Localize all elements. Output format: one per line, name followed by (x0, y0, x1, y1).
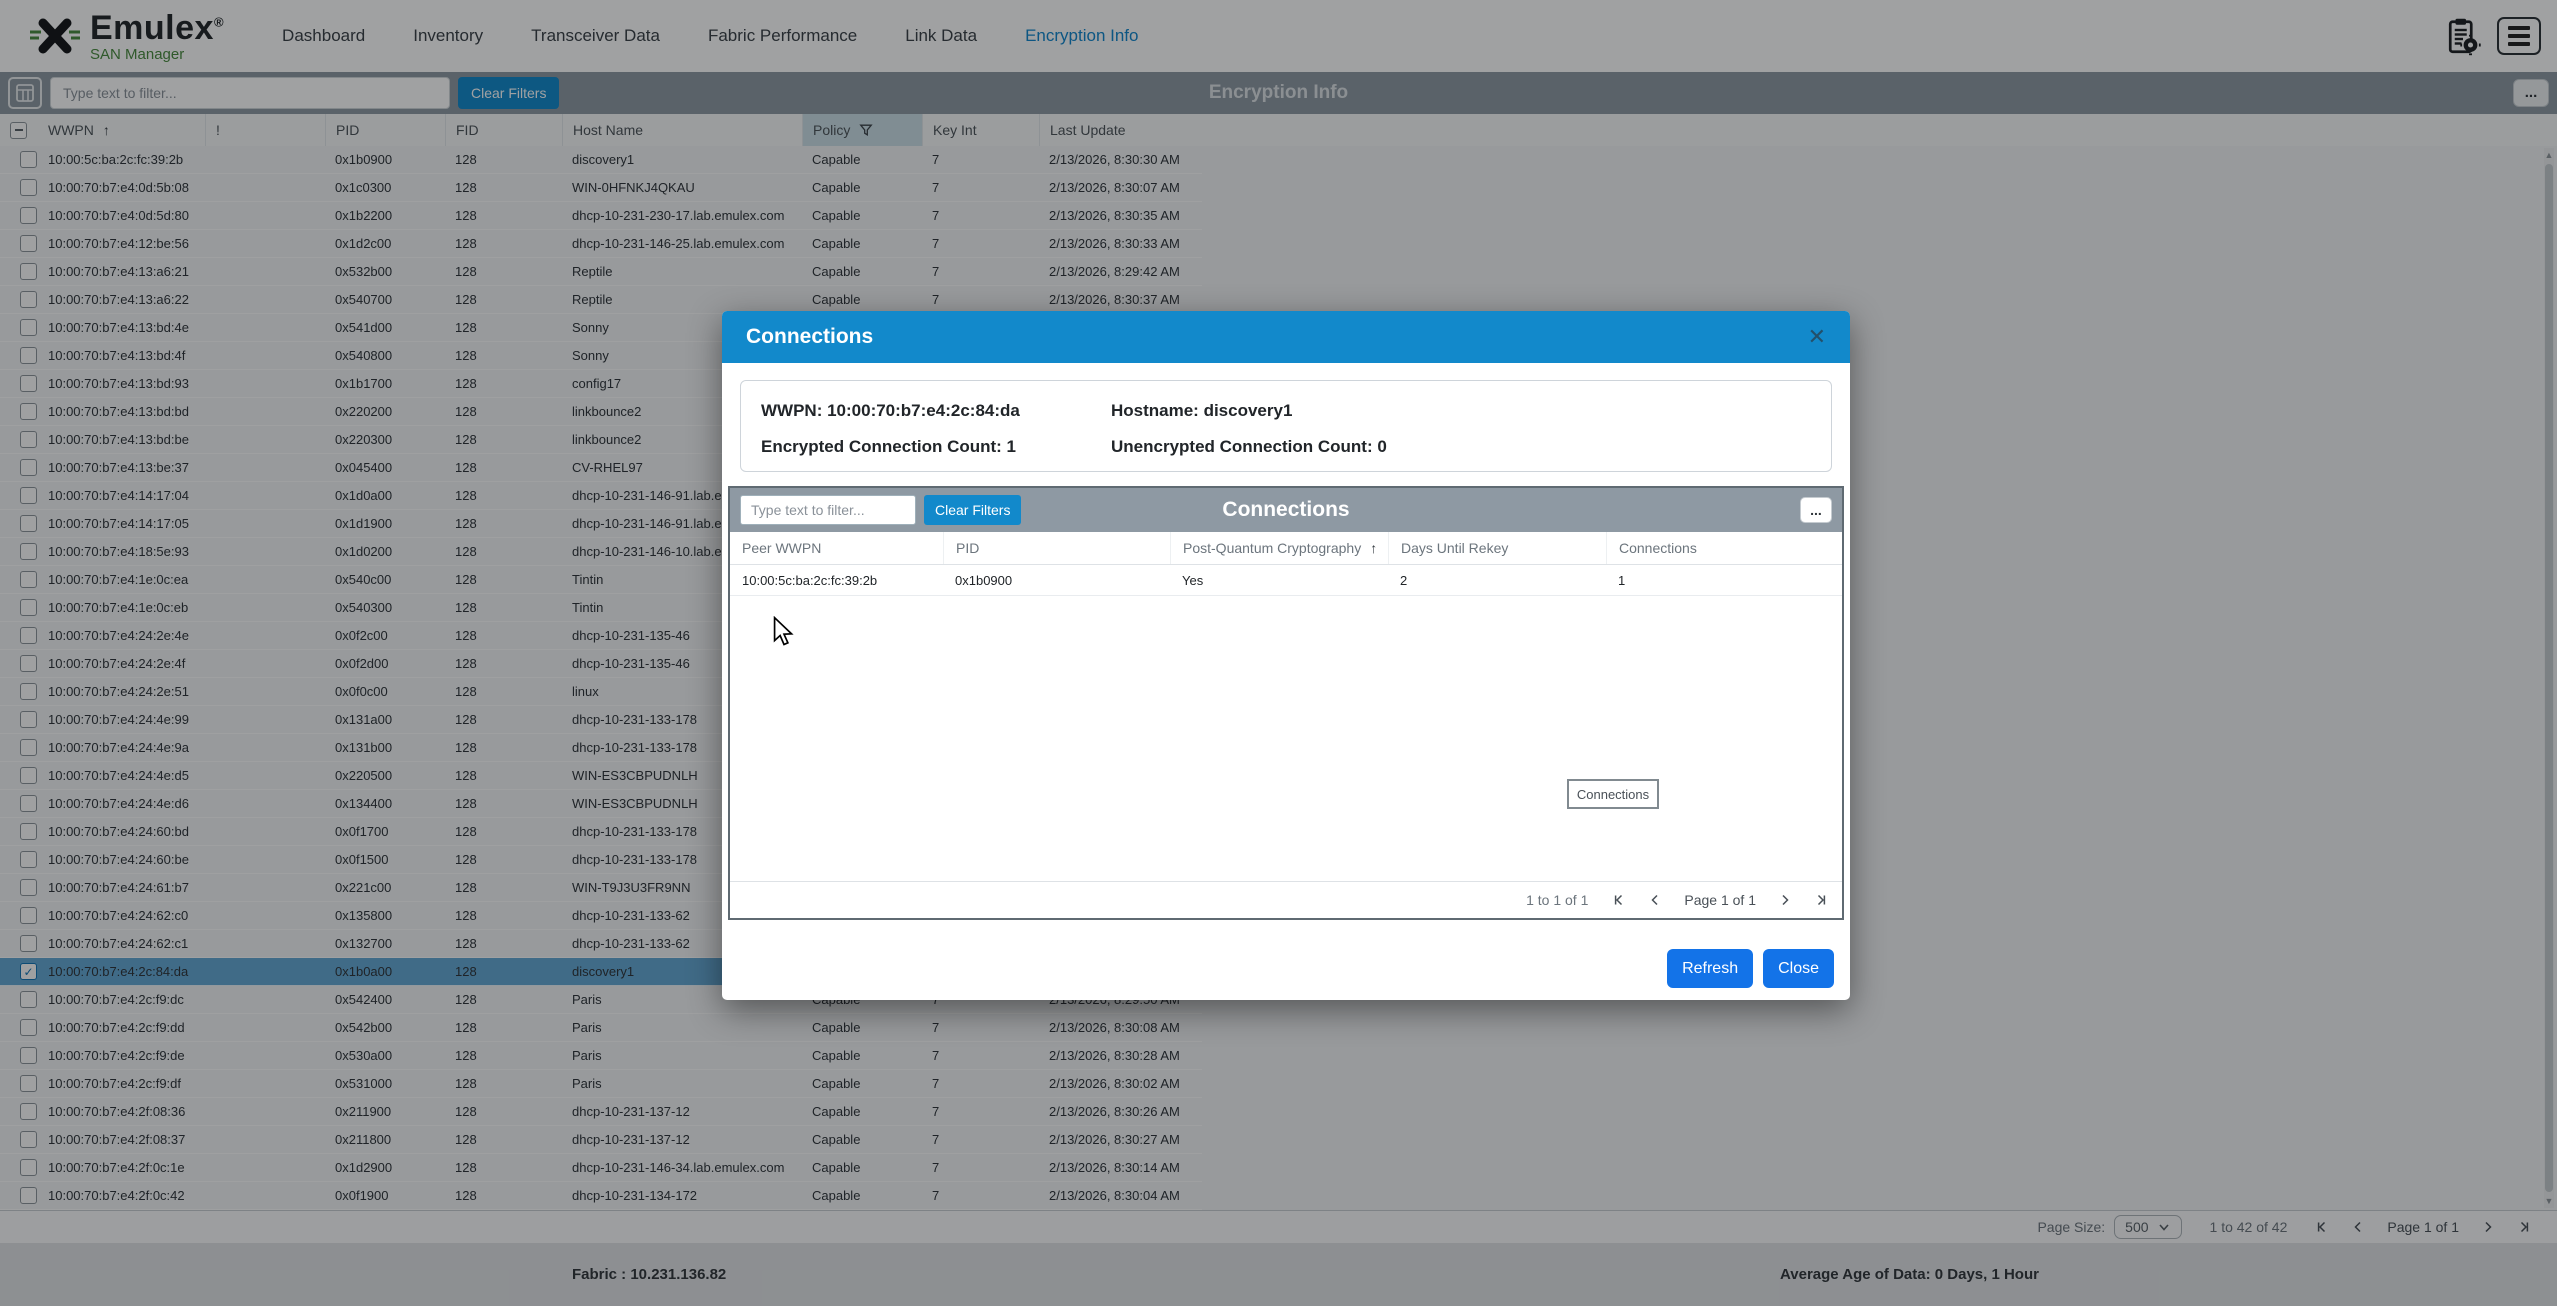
next-page-icon[interactable] (1778, 893, 1792, 907)
connections-clear-filters-button[interactable]: Clear Filters (924, 495, 1021, 525)
column-header-peer-wwpn[interactable]: Peer WWPN (730, 532, 943, 564)
connections-table-body: 10:00:5c:ba:2c:fc:39:2b 0x1b0900 Yes 2 1 (730, 565, 1842, 596)
close-icon[interactable]: ✕ (1808, 324, 1826, 350)
connections-tooltip: Connections (1567, 779, 1659, 809)
refresh-button[interactable]: Refresh (1667, 949, 1753, 988)
connections-filter-input[interactable] (740, 495, 916, 525)
previous-page-icon[interactable] (1648, 893, 1662, 907)
summary-unencrypted-count: Unencrypted Connection Count: 0 (1111, 437, 1387, 457)
first-page-icon[interactable] (1612, 893, 1626, 907)
summary-wwpn: WWPN: 10:00:70:b7:e4:2c:84:da (761, 401, 1020, 421)
connections-table-row[interactable]: 10:00:5c:ba:2c:fc:39:2b 0x1b0900 Yes 2 1 (730, 565, 1842, 596)
connections-more-options-button[interactable]: ... (1800, 497, 1832, 523)
summary-encrypted-count: Encrypted Connection Count: 1 (761, 437, 1016, 457)
connections-dialog: Connections ✕ WWPN: 10:00:70:b7:e4:2c:84… (722, 311, 1850, 1000)
cell-peer-pid: 0x1b0900 (943, 565, 1170, 595)
column-header-connections[interactable]: Connections (1606, 532, 1842, 564)
connection-summary-card: WWPN: 10:00:70:b7:e4:2c:84:da Hostname: … (740, 380, 1832, 472)
connections-pagination-bar: 1 to 1 of 1 Page 1 of 1 (730, 881, 1842, 918)
cell-connections: 1 (1606, 565, 1842, 595)
connections-row-range-label: 1 to 1 of 1 (1526, 892, 1588, 908)
column-header-days-until-rekey[interactable]: Days Until Rekey (1388, 532, 1606, 564)
column-header-pqc[interactable]: Post-Quantum Cryptography ↑ (1170, 532, 1388, 564)
connections-table-header: Peer WWPN PID Post-Quantum Cryptography … (730, 532, 1842, 565)
cell-days-until-rekey: 2 (1388, 565, 1606, 595)
dialog-title: Connections (746, 325, 873, 349)
last-page-icon[interactable] (1814, 893, 1828, 907)
sort-asc-icon: ↑ (1370, 540, 1377, 556)
connections-page-indicator: Page 1 of 1 (1684, 892, 1756, 908)
connections-grid-panel: Clear Filters Connections ... Peer WWPN … (728, 486, 1844, 920)
summary-hostname: Hostname: discovery1 (1111, 401, 1292, 421)
mouse-cursor (770, 616, 796, 648)
dialog-header: Connections ✕ (722, 311, 1850, 363)
cell-peer-wwpn: 10:00:5c:ba:2c:fc:39:2b (730, 565, 943, 595)
cell-pqc: Yes (1170, 565, 1388, 595)
column-header-peer-pid[interactable]: PID (943, 532, 1170, 564)
connections-grid-toolbar: Clear Filters Connections ... (730, 488, 1842, 532)
app-window: Emulex® SAN Manager Dashboard Inventory … (0, 0, 2557, 1306)
dialog-close-button[interactable]: Close (1763, 949, 1834, 988)
